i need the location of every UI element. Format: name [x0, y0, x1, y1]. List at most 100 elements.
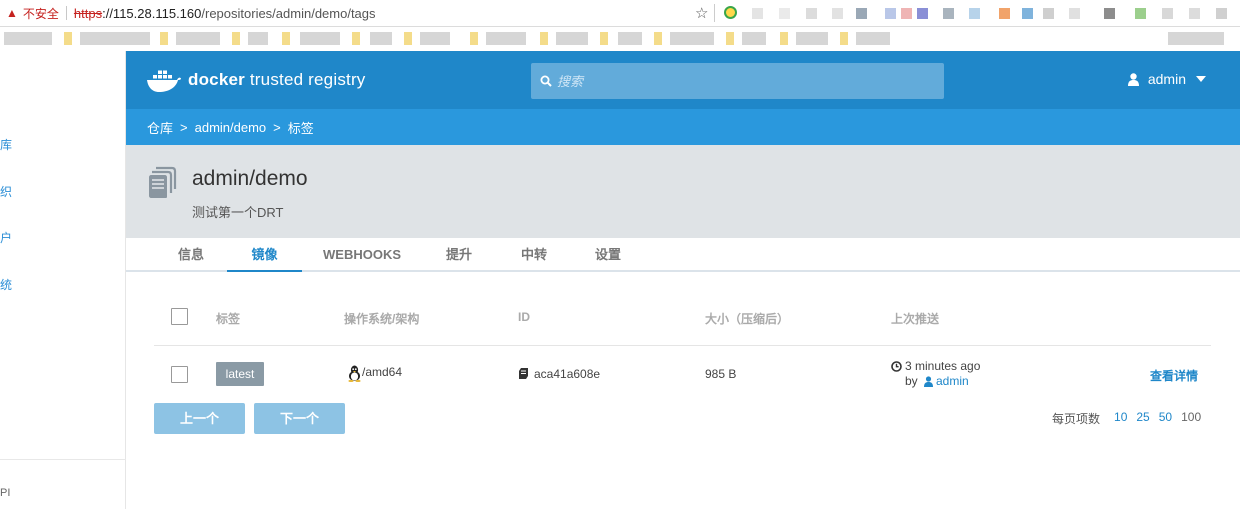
select-all-checkbox[interactable] — [171, 308, 188, 325]
sidebar-item-organizations[interactable]: 织 — [0, 183, 12, 200]
per-page-option-25[interactable]: 25 — [1136, 410, 1149, 427]
search-box[interactable] — [531, 63, 944, 99]
bookmark-item[interactable] — [486, 32, 526, 45]
extension-icon[interactable] — [1162, 8, 1173, 19]
bookmark-item[interactable] — [556, 32, 588, 45]
bookmark-item[interactable] — [654, 32, 662, 45]
row-divider — [154, 345, 1211, 346]
extension-icon[interactable] — [917, 8, 928, 19]
bookmark-item[interactable] — [352, 32, 360, 45]
tab-info[interactable]: 信息 — [166, 238, 216, 272]
extension-icon[interactable] — [1189, 8, 1200, 19]
bookmark-item[interactable] — [404, 32, 412, 45]
bookmark-item[interactable] — [300, 32, 340, 45]
extension-icon[interactable] — [943, 8, 954, 19]
per-page-option-100[interactable]: 100 — [1181, 410, 1201, 427]
column-header-size[interactable]: 大小（压缩后） — [705, 310, 789, 327]
bookmark-item[interactable] — [470, 32, 478, 45]
bookmark-item[interactable] — [282, 32, 290, 45]
security-label[interactable]: 不安全 — [23, 5, 59, 22]
bookmark-item[interactable] — [618, 32, 642, 45]
tab-settings[interactable]: 设置 — [583, 238, 633, 272]
bookmark-item[interactable] — [420, 32, 450, 45]
tab-webhooks[interactable]: WEBHOOKS — [321, 238, 403, 272]
divider — [714, 4, 715, 22]
bookmark-item[interactable] — [176, 32, 220, 45]
clock-icon — [891, 361, 902, 372]
per-page-option-10[interactable]: 10 — [1114, 410, 1127, 427]
tab-promotion[interactable]: 提升 — [434, 238, 484, 272]
tab-mirror[interactable]: 中转 — [509, 238, 559, 272]
extension-icon[interactable] — [779, 8, 790, 19]
bookmark-item[interactable] — [856, 32, 890, 45]
bookmark-star-icon[interactable]: ☆ — [695, 4, 708, 22]
next-page-button[interactable]: 下一个 — [254, 403, 345, 434]
breadcrumb-item[interactable]: admin/demo — [195, 120, 267, 135]
per-page-option-50[interactable]: 50 — [1159, 410, 1172, 427]
bookmark-item[interactable] — [780, 32, 788, 45]
tag-badge[interactable]: latest — [216, 362, 264, 386]
extension-icon[interactable] — [885, 8, 896, 19]
bookmark-item[interactable] — [742, 32, 766, 45]
tab-images[interactable]: 镜像 — [227, 238, 302, 272]
extension-icon[interactable] — [1069, 8, 1080, 19]
extension-icon[interactable] — [1104, 8, 1115, 19]
image-id[interactable]: aca41a608e — [534, 367, 600, 381]
breadcrumb-item[interactable]: 仓库 — [147, 118, 173, 137]
column-header-tag[interactable]: 标签 — [216, 310, 240, 327]
browser-address-bar: ▲ 不安全 https://115.28.115.160/repositorie… — [0, 0, 1240, 27]
sidebar-item-system[interactable]: 统 — [0, 276, 12, 293]
bookmark-item[interactable] — [1168, 32, 1224, 45]
bookmark-item[interactable] — [160, 32, 168, 45]
per-page-label: 每页项数 — [1052, 412, 1101, 426]
warning-icon: ▲ — [6, 6, 18, 20]
pushed-time: 3 minutes ago — [905, 359, 981, 373]
brand-name: docker trusted registry — [188, 70, 366, 90]
bookmark-item[interactable] — [840, 32, 848, 45]
repo-header: admin/demo 测试第一个DRT — [126, 145, 1240, 238]
user-icon — [924, 376, 933, 387]
extension-icon[interactable] — [969, 8, 980, 19]
view-details-link[interactable]: 查看详情 — [1150, 367, 1198, 384]
previous-page-button[interactable]: 上一个 — [154, 403, 245, 434]
extension-icon[interactable] — [999, 8, 1010, 19]
logo[interactable]: docker trusted registry — [146, 67, 366, 93]
url-field[interactable]: https://115.28.115.160/repositories/admi… — [74, 6, 376, 21]
column-header-id[interactable]: ID — [518, 310, 530, 324]
bookmark-item[interactable] — [540, 32, 548, 45]
extension-icon[interactable] — [856, 8, 867, 19]
extension-icon[interactable] — [1135, 8, 1146, 19]
search-input[interactable] — [557, 73, 937, 89]
extension-icon[interactable] — [724, 6, 737, 19]
search-icon — [540, 75, 552, 87]
sidebar-item-repositories[interactable]: 库 — [0, 136, 12, 153]
url-protocol: https — [73, 5, 103, 21]
per-page-selector: 每页项数 10 25 50 100 — [1052, 410, 1201, 427]
sidebar: 库 织 户 统 PI — [0, 51, 126, 509]
bookmark-item[interactable] — [670, 32, 714, 45]
bookmark-item[interactable] — [4, 32, 52, 45]
sidebar-item-api[interactable]: PI — [0, 487, 10, 499]
bookmark-item[interactable] — [248, 32, 268, 45]
bookmark-item[interactable] — [232, 32, 240, 45]
pushed-by-user-link[interactable]: admin — [936, 374, 969, 388]
extension-icon[interactable] — [832, 8, 843, 19]
bookmark-item[interactable] — [796, 32, 828, 45]
top-navbar: docker trusted registry admin — [126, 51, 1240, 109]
extension-icon[interactable] — [806, 8, 817, 19]
extension-icon[interactable] — [901, 8, 912, 19]
bookmark-item[interactable] — [80, 32, 150, 45]
extension-icon[interactable] — [752, 8, 763, 19]
extension-icon[interactable] — [1022, 8, 1033, 19]
sidebar-item-users[interactable]: 户 — [0, 229, 12, 246]
row-checkbox[interactable] — [171, 366, 188, 383]
bookmark-item[interactable] — [370, 32, 392, 45]
extension-icon[interactable] — [1043, 8, 1054, 19]
column-header-os-arch[interactable]: 操作系统/架构 — [344, 310, 419, 327]
extension-icon[interactable] — [1216, 8, 1227, 19]
bookmark-item[interactable] — [64, 32, 72, 45]
user-menu[interactable]: admin — [1127, 71, 1206, 87]
bookmark-item[interactable] — [600, 32, 608, 45]
column-header-last-pushed[interactable]: 上次推送 — [891, 310, 939, 327]
bookmark-item[interactable] — [726, 32, 734, 45]
